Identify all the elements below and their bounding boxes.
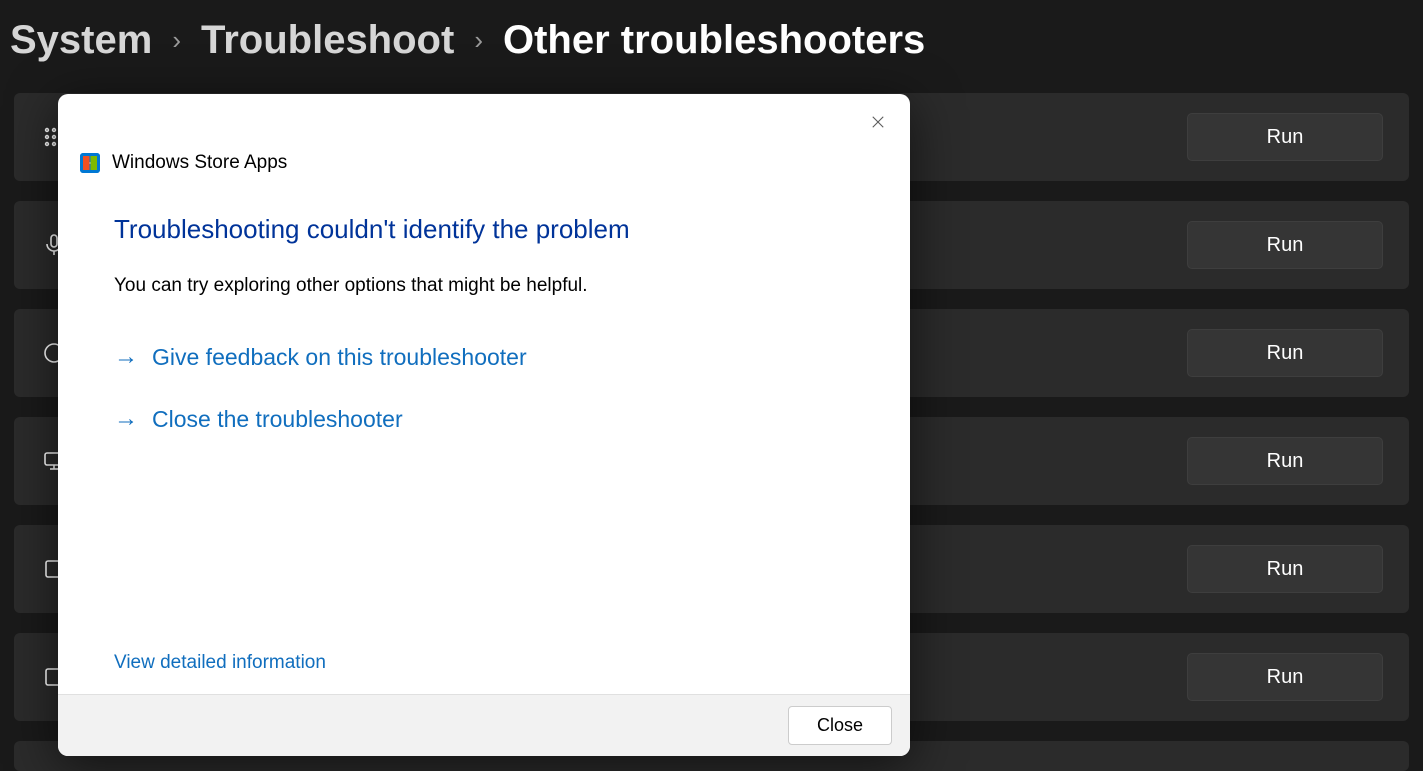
chevron-right-icon: ›: [172, 25, 181, 56]
dialog-subtext: You can try exploring other options that…: [114, 275, 854, 297]
close-troubleshooter-link[interactable]: → Close the troubleshooter: [114, 405, 854, 433]
arrow-right-icon: →: [114, 405, 138, 433]
run-button[interactable]: Run: [1187, 437, 1383, 485]
run-button[interactable]: Run: [1187, 329, 1383, 377]
chevron-right-icon: ›: [474, 25, 483, 56]
run-button[interactable]: Run: [1187, 545, 1383, 593]
breadcrumb-other-troubleshooters: Other troubleshooters: [503, 18, 925, 63]
run-button[interactable]: Run: [1187, 653, 1383, 701]
close-button[interactable]: Close: [788, 706, 892, 745]
breadcrumb-system[interactable]: System: [10, 18, 152, 63]
breadcrumb: System › Troubleshoot › Other troublesho…: [0, 0, 1423, 93]
link-label: Give feedback on this troubleshooter: [152, 344, 527, 371]
dialog-body: Troubleshooting couldn't identify the pr…: [58, 184, 910, 694]
dialog-titlebar: Windows Store Apps: [58, 94, 910, 184]
close-icon[interactable]: [864, 108, 892, 136]
breadcrumb-troubleshoot[interactable]: Troubleshoot: [201, 18, 454, 63]
run-button[interactable]: Run: [1187, 113, 1383, 161]
give-feedback-link[interactable]: → Give feedback on this troubleshooter: [114, 343, 854, 371]
run-button[interactable]: Run: [1187, 221, 1383, 269]
arrow-right-icon: →: [114, 343, 138, 371]
link-label: Close the troubleshooter: [152, 406, 403, 433]
view-detailed-information-link[interactable]: View detailed information: [114, 652, 326, 674]
troubleshooter-dialog: Windows Store Apps Troubleshooting could…: [58, 94, 910, 756]
dialog-app-name: Windows Store Apps: [112, 152, 287, 174]
store-app-icon: [80, 153, 100, 173]
dialog-heading: Troubleshooting couldn't identify the pr…: [114, 214, 854, 245]
dialog-footer: Close: [58, 694, 910, 756]
